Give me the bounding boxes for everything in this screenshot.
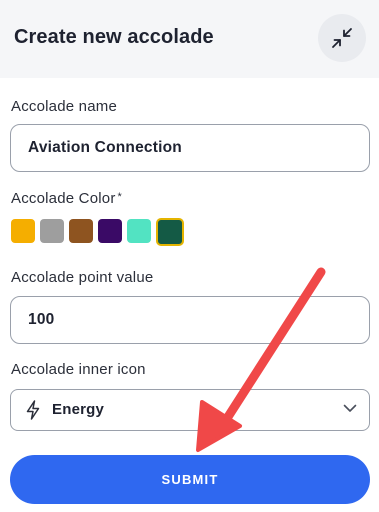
collapse-button[interactable] <box>318 14 366 62</box>
lightning-bolt-icon <box>26 400 40 420</box>
accolade-color-label: Accolade Color * <box>11 190 122 207</box>
accolade-name-input[interactable]: Aviation Connection <box>10 124 370 172</box>
accolade-name-value: Aviation Connection <box>28 139 182 156</box>
accolade-name-label: Accolade name <box>11 98 117 115</box>
color-swatch-1[interactable] <box>40 219 64 243</box>
submit-button[interactable]: SUBMIT <box>10 455 370 504</box>
accolade-icon-value: Energy <box>52 401 105 418</box>
accolade-icon-select[interactable]: Energy <box>10 389 370 431</box>
color-swatch-4[interactable] <box>127 219 151 243</box>
accolade-point-input[interactable]: 100 <box>10 296 370 344</box>
accolade-icon-label: Accolade inner icon <box>11 361 146 378</box>
accolade-point-value: 100 <box>28 311 55 328</box>
color-swatch-5[interactable] <box>156 218 184 246</box>
color-swatch-2[interactable] <box>69 219 93 243</box>
page-title: Create new accolade <box>14 26 214 48</box>
chevron-down-icon <box>343 404 357 412</box>
accolade-point-label: Accolade point value <box>11 269 154 286</box>
collapse-arrows-icon <box>332 28 352 48</box>
color-swatch-3[interactable] <box>98 219 122 243</box>
panel-header: Create new accolade <box>0 0 379 78</box>
color-swatch-0[interactable] <box>11 219 35 243</box>
accolade-color-label-text: Accolade Color <box>11 190 116 207</box>
required-marker: * <box>117 191 123 203</box>
